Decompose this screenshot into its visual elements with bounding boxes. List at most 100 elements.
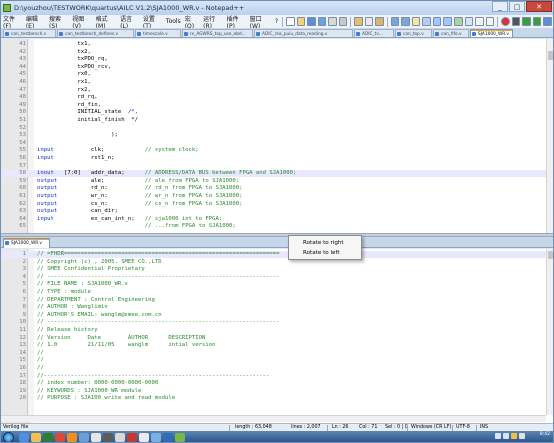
- code-line[interactable]: 54: [1, 140, 553, 147]
- zoom-out-icon[interactable]: [443, 17, 453, 26]
- zoom-in-icon[interactable]: [432, 17, 442, 26]
- tray-icon[interactable]: [511, 433, 517, 439]
- line-text[interactable]: // Copyright (c) , 2005. SMEE CO.,LTD: [37, 259, 162, 266]
- maximize-button[interactable]: □: [509, 1, 525, 12]
- replace-icon[interactable]: [422, 17, 431, 26]
- line-text[interactable]: rd_rq,: [37, 94, 97, 101]
- code-line[interactable]: 43 txPDO_rq,: [1, 56, 553, 63]
- code-line[interactable]: 53 );: [1, 132, 553, 139]
- open-folder-icon[interactable]: [296, 17, 306, 26]
- tab-can-testbench[interactable]: can_testbench.v: [3, 29, 56, 37]
- code-line[interactable]: 12 // Version Date AUTHOR DESCRIPTION: [1, 335, 553, 342]
- line-text[interactable]: INITIAL_state /*,: [37, 109, 138, 116]
- close-file-icon[interactable]: [328, 17, 337, 26]
- indent-guide-icon[interactable]: [485, 17, 495, 26]
- sync-scroll-icon[interactable]: [454, 17, 463, 26]
- line-text[interactable]: //: [37, 365, 44, 372]
- code-line[interactable]: 49 rd_fin,: [1, 102, 553, 109]
- line-text[interactable]: );: [37, 132, 118, 139]
- editor-bottom-pane[interactable]: 1 // =FHDR===============================…: [1, 249, 553, 423]
- tab-can-testbench-defines[interactable]: can_testbench_defines.v: [57, 29, 134, 37]
- app-icon[interactable]: [91, 433, 101, 442]
- code-line[interactable]: 1 // =FHDR===============================…: [1, 251, 553, 258]
- scroll-thumb[interactable]: [548, 51, 553, 60]
- ie-icon[interactable]: [19, 433, 29, 442]
- code-line[interactable]: 55 input clk; // system clock;: [1, 147, 553, 154]
- tab-timescale[interactable]: timescale.v: [135, 29, 181, 37]
- minimize-button[interactable]: _: [492, 1, 508, 12]
- code-line[interactable]: 10 // -----------------------------------…: [1, 319, 553, 326]
- code-line[interactable]: 61 output wr_n; // wr_n from FPGA to SJA1…: [1, 193, 553, 200]
- line-text[interactable]: // =FHDR================================…: [37, 251, 279, 258]
- word-wrap-icon[interactable]: [464, 17, 474, 26]
- app-icon[interactable]: [151, 433, 161, 442]
- code-line[interactable]: 59 output ale; // ale from FPGA to SJA100…: [1, 178, 553, 185]
- line-text[interactable]: txPDO_rq,: [37, 56, 107, 63]
- tab-sja1000-wr-clone[interactable]: SJA1000_WR.v: [3, 238, 50, 248]
- line-text[interactable]: rx1,: [37, 79, 90, 86]
- code-line[interactable]: 18 // index number: 0000-0000-0000-0000: [1, 380, 553, 387]
- tab-can-fifo[interactable]: can_fifo.v: [433, 29, 469, 37]
- tab-can-top[interactable]: can_top.v: [395, 29, 432, 37]
- line-text[interactable]: tx2,: [37, 49, 90, 56]
- code-line[interactable]: 48 rd_rq,: [1, 94, 553, 101]
- scroll-thumb-bottom[interactable]: [548, 251, 553, 259]
- code-line[interactable]: 65 // ...from FPGA to SJA1000;: [1, 223, 553, 230]
- tab-adic-tv[interactable]: ADIC_tv...: [354, 29, 394, 37]
- code-line[interactable]: 4 // ------------------------------------…: [1, 274, 553, 281]
- menu-tools[interactable]: Tools: [164, 18, 183, 25]
- record-macro-icon[interactable]: [501, 17, 510, 26]
- line-text[interactable]: // Version Date AUTHOR DESCRIPTION: [37, 335, 205, 342]
- code-line[interactable]: 20 // PURPOSE : SJA100 write and read mod…: [1, 395, 553, 402]
- find-icon[interactable]: [411, 17, 421, 26]
- app-icon[interactable]: [103, 433, 113, 442]
- line-text[interactable]: output rd_n; // rd_n from FPGA to SJA100…: [37, 185, 242, 192]
- start-button[interactable]: [3, 432, 14, 442]
- print-icon[interactable]: [338, 17, 348, 26]
- rotate-left-item[interactable]: Rotate to left: [303, 248, 340, 258]
- run-macro-multiple-icon[interactable]: [532, 17, 542, 26]
- line-text[interactable]: //: [37, 350, 44, 357]
- redo-icon[interactable]: [401, 17, 410, 26]
- code-line[interactable]: 52: [1, 125, 553, 132]
- code-line[interactable]: 5 // FILE NAME : SJA1000_WR.v: [1, 281, 553, 288]
- cut-icon[interactable]: [354, 17, 363, 26]
- code-line[interactable]: 47 rx2,: [1, 87, 553, 94]
- code-line[interactable]: 8 // AUTHOR : Wanglimin: [1, 304, 553, 311]
- tab-rx-top[interactable]: rx_AGWRS_top_use_ebd...: [182, 29, 253, 37]
- save-icon[interactable]: [307, 17, 316, 26]
- line-text[interactable]: txPDO_rcv,: [37, 64, 111, 71]
- code-line[interactable]: 9 // AUTHOR'S EMAIL: wanglm@smee.com.cn: [1, 312, 553, 319]
- code-line[interactable]: 60 output rd_n; // rd_n from FPGA to SJA1…: [1, 185, 553, 192]
- play-macro-icon[interactable]: [522, 17, 531, 26]
- vertical-scrollbar[interactable]: [546, 39, 553, 233]
- line-text[interactable]: initial_finish */: [37, 117, 138, 124]
- code-line[interactable]: 46 rx1,: [1, 79, 553, 86]
- line-text[interactable]: inout [7:0] addr_data; // ADDRESS/DATA B…: [37, 170, 296, 177]
- line-text[interactable]: // -------------------------------------…: [37, 274, 279, 281]
- tab-adic-reading[interactable]: ADIC_rea_puiu_data_reading.v: [254, 29, 353, 37]
- code-line[interactable]: 13 // 1.0 21/11/05 wanglm intial version: [1, 342, 553, 349]
- tray-icon[interactable]: [495, 433, 501, 439]
- app-icon[interactable]: [163, 433, 173, 442]
- line-text[interactable]: rd_fin,: [37, 102, 101, 109]
- save-macro-icon[interactable]: [543, 17, 552, 26]
- line-text[interactable]: // TYPE : module: [37, 289, 91, 296]
- code-line[interactable]: 44 txPDO_rcv,: [1, 64, 553, 71]
- close-button[interactable]: ✕: [526, 1, 552, 12]
- line-text[interactable]: // ...from FPGA to SJA1000;: [37, 223, 236, 230]
- code-line[interactable]: 56 input rst1_n;: [1, 155, 553, 162]
- code-line[interactable]: 3 // SMEE Confidential Proprietary: [1, 266, 553, 273]
- notepadpp-taskbar-icon[interactable]: [175, 433, 185, 442]
- line-text[interactable]: rx0,: [37, 71, 90, 78]
- line-text[interactable]: tx1,: [37, 41, 90, 48]
- save-all-icon[interactable]: [317, 17, 327, 26]
- line-text[interactable]: input clk; // system clock;: [37, 147, 199, 154]
- code-line[interactable]: 14 //: [1, 350, 553, 357]
- new-file-icon[interactable]: [285, 17, 295, 26]
- copy-icon[interactable]: [364, 17, 374, 26]
- code-line[interactable]: 57: [1, 163, 553, 170]
- line-text[interactable]: // 1.0 21/11/05 wanglm intial version: [37, 342, 216, 349]
- code-line[interactable]: 17 //------------------------------------…: [1, 373, 553, 380]
- code-line[interactable]: 11 // Release history: [1, 327, 553, 334]
